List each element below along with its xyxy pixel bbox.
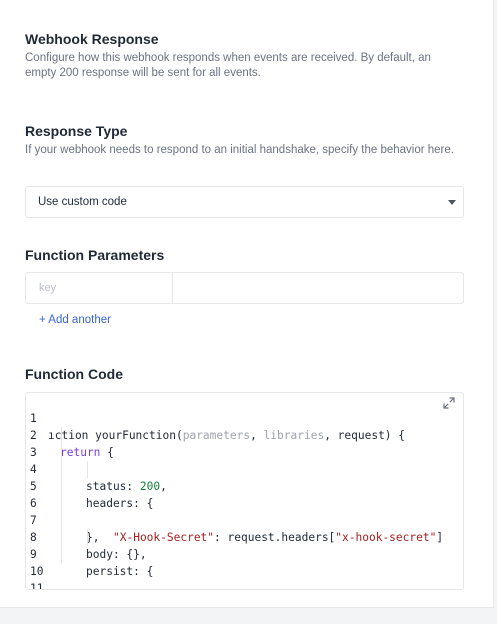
- response-type-description: If your webhook needs to respond to an i…: [25, 144, 454, 156]
- add-parameter-link[interactable]: + Add another: [39, 314, 111, 326]
- function-parameters-title: Function Parameters: [25, 247, 165, 263]
- response-type-title: Response Type: [25, 123, 128, 139]
- parameter-row: key: [25, 272, 464, 304]
- parameter-key-input[interactable]: key: [26, 273, 173, 303]
- expand-icon[interactable]: [443, 397, 455, 409]
- response-type-select[interactable]: Use custom code: [25, 186, 464, 218]
- code-line: 3 status: 200,: [26, 427, 463, 493]
- code-line: 6 },: [26, 478, 463, 544]
- response-type-selected-value: Use custom code: [38, 196, 127, 208]
- webhook-response-title: Webhook Response: [25, 31, 159, 47]
- code-line: 11 }: [26, 563, 463, 589]
- code-line: 2 return {: [26, 410, 463, 459]
- code-line: 5 "X-Hook-Secret": request.headers["x-ho…: [26, 461, 463, 544]
- code-line: 4 headers: {: [26, 444, 463, 510]
- function-code-title: Function Code: [25, 366, 123, 382]
- caret-down-icon: [448, 200, 456, 205]
- code-line: 12: [26, 580, 463, 589]
- parameter-key-placeholder: key: [39, 282, 57, 294]
- code-line: 1 ıction yourFunction(parameters, librar…: [26, 393, 463, 442]
- code-line: 9 webhookSecret: request.headers["x-hook…: [26, 529, 463, 561]
- parameter-value-input[interactable]: [173, 273, 463, 303]
- code-line: 8 persist: {: [26, 512, 463, 578]
- webhook-response-description: Configure how this webhook responds when…: [25, 52, 431, 79]
- code-editor[interactable]: 1 ıction yourFunction(parameters, librar…: [25, 392, 464, 590]
- webhook-settings-panel: Webhook Response Configure how this webh…: [0, 0, 494, 608]
- code-line: 7 body: {},: [26, 495, 463, 561]
- code-line: 10 }: [26, 546, 463, 578]
